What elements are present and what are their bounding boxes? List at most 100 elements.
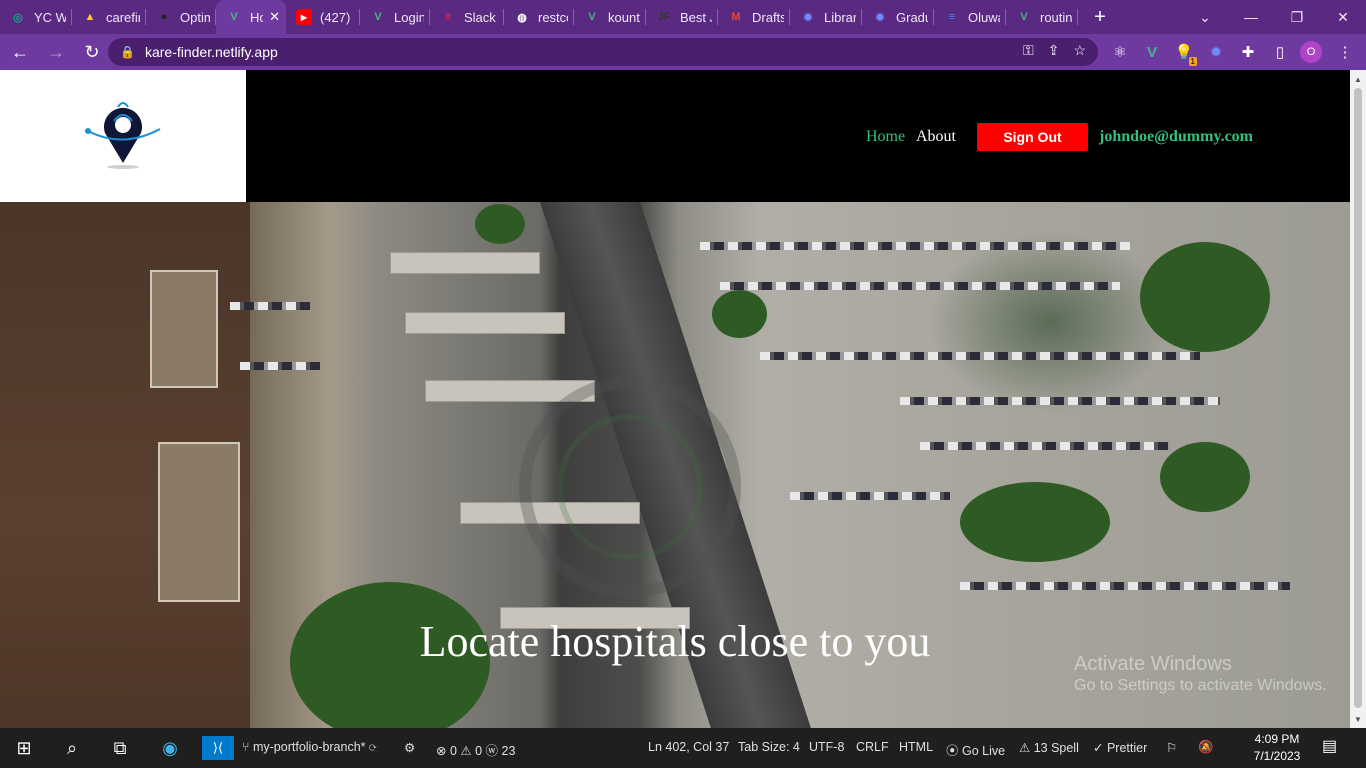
system-clock[interactable]: 4:09 PM 7/1/2023	[1246, 731, 1308, 765]
browser-tab[interactable]: ✹ Librar	[790, 0, 862, 34]
browser-tab[interactable]: ▶ (427)	[286, 0, 360, 34]
hero-parked-cars	[240, 362, 320, 370]
edge-browser-icon[interactable]: ◉	[150, 728, 190, 768]
tab-size[interactable]: Tab Size: 4	[738, 740, 800, 754]
restore-button[interactable]: ❐	[1274, 0, 1320, 34]
browser-tab-label: Best J	[680, 9, 712, 25]
close-window-button[interactable]: ✕	[1320, 0, 1366, 34]
share-icon[interactable]: ⇪	[1048, 42, 1060, 59]
hero-parked-cars	[920, 442, 1170, 450]
browser-tab[interactable]: ● Optim	[146, 0, 216, 34]
hero-barge	[158, 442, 240, 602]
browser-tab[interactable]: # Slack	[430, 0, 504, 34]
new-tab-button[interactable]: +	[1086, 6, 1114, 29]
hero-parked-cars	[720, 282, 1120, 290]
back-button[interactable]: ←	[4, 36, 36, 68]
scroll-thumb[interactable]	[1354, 88, 1362, 708]
docs-icon: ≡	[948, 11, 956, 23]
git-branch-status[interactable]: ⑂ my-portfolio-branch* ⟳	[242, 740, 377, 754]
arrow-right-icon: →	[47, 41, 65, 62]
git-graph-icon[interactable]: ⚙	[404, 740, 415, 755]
browser-tab[interactable]: ≡ Oluwa	[934, 0, 1006, 34]
windows-taskbar: ⊞ ⌕ ⧉ ◉ ⟩⟨ ⑂ my-portfolio-branch* ⟳ ⚙ ⊗ …	[0, 728, 1366, 768]
browser-tab-label: kount	[608, 9, 640, 25]
browser-tab-label: Gradu	[896, 9, 928, 25]
browser-tab-label: YC W2	[34, 9, 66, 25]
watermark-subtitle: Go to Settings to activate Windows.	[1074, 677, 1327, 694]
prettier-status[interactable]: ✓ Prettier	[1093, 740, 1147, 755]
browser-tab-label: Librar	[824, 9, 856, 25]
hero-parked-cars	[960, 582, 1290, 590]
spell-status[interactable]: ⚠ 13 Spell	[1019, 740, 1079, 755]
hero-trees	[1140, 242, 1270, 352]
lightbulb-extension-icon[interactable]: 💡 1	[1171, 38, 1197, 66]
address-bar[interactable]: 🔒 kare-finder.netlify.app ⚿ ⇪ ☆	[108, 38, 1098, 66]
line-ending[interactable]: CRLF	[856, 740, 889, 754]
chatgpt-icon: ◎	[13, 11, 23, 24]
minimize-button[interactable]: —	[1228, 0, 1274, 34]
cursor-position[interactable]: Ln 402, Col 37	[648, 740, 729, 754]
react-devtools-icon[interactable]: ⚛	[1107, 38, 1133, 66]
web-page: Home About Sign Out johndoe@dummy.com Lo…	[0, 70, 1350, 728]
close-tab-icon[interactable]: ✕	[263, 9, 280, 25]
youtube-icon: ▶	[296, 9, 312, 25]
browser-tab-label: (427)	[320, 9, 351, 25]
browser-tab[interactable]: ◎ YC W2	[0, 0, 72, 34]
encoding[interactable]: UTF-8	[809, 740, 844, 754]
key-icon[interactable]: ⚿	[1023, 42, 1034, 59]
notifications-off-icon[interactable]: 🔕	[1198, 740, 1214, 755]
side-panel-icon[interactable]: ▯	[1267, 38, 1293, 66]
browser-tab[interactable]: ✹ Gradu	[862, 0, 934, 34]
extensions-puzzle-icon[interactable]: ✚	[1235, 38, 1261, 66]
reload-button[interactable]: ↻	[76, 36, 108, 68]
emblem-watermark-icon	[519, 376, 741, 598]
browser-tab[interactable]: Vroutin	[1006, 0, 1078, 34]
globe-icon: ◍	[517, 11, 527, 24]
page-scrollbar[interactable]: ▲ ▼	[1350, 70, 1366, 728]
scroll-up-icon[interactable]: ▲	[1350, 72, 1366, 86]
hero-trees	[712, 290, 767, 338]
top-nav: Home About Sign Out johndoe@dummy.com	[246, 70, 1350, 202]
browser-tab-label: Login	[394, 9, 424, 25]
nav-link-home[interactable]: Home	[866, 128, 905, 146]
git-branch-icon: ⑂	[242, 740, 253, 754]
browser-tab[interactable]: ◍ restco	[504, 0, 574, 34]
site-logo[interactable]	[0, 70, 246, 202]
browser-tab[interactable]: V Login	[360, 0, 430, 34]
arrow-left-icon: ←	[11, 41, 29, 62]
user-email-link[interactable]: johndoe@dummy.com	[1099, 128, 1253, 146]
url-text: kare-finder.netlify.app	[144, 44, 278, 60]
hero-barge	[150, 270, 218, 388]
sign-out-button[interactable]: Sign Out	[977, 123, 1088, 151]
task-view-icon[interactable]: ⧉	[100, 728, 140, 768]
browser-tab[interactable]: V Ho ✕	[216, 0, 286, 34]
scroll-down-icon[interactable]: ▼	[1350, 712, 1366, 726]
go-live-button[interactable]: ⦿ Go Live	[946, 740, 1005, 759]
activate-windows-watermark: Activate Windows Go to Settings to activ…	[1074, 654, 1327, 696]
hero-trees	[475, 204, 525, 244]
github-icon: ●	[160, 11, 168, 23]
nav-link-about[interactable]: About	[916, 128, 956, 146]
browser-tab[interactable]: M Drafts	[718, 0, 790, 34]
tab-search-icon[interactable]: ⌄	[1182, 0, 1228, 34]
browser-tab[interactable]: Vkount	[574, 0, 646, 34]
bookmark-star-icon[interactable]: ☆	[1073, 42, 1086, 59]
language-mode[interactable]: HTML	[899, 740, 933, 754]
hero-parked-cars	[900, 397, 1220, 405]
vscode-remote-icon[interactable]: ⟩⟨	[202, 736, 234, 760]
gear-extension-icon[interactable]: ✹	[1203, 38, 1229, 66]
firebase-icon: ▲	[84, 11, 96, 23]
problems-status[interactable]: ⊗ 0 ⚠ 0 ⓦ 23	[436, 740, 515, 759]
forward-button[interactable]: →	[40, 36, 72, 68]
menu-kebab-icon[interactable]: ⋮	[1332, 38, 1358, 66]
action-center-icon[interactable]: ▤	[1322, 736, 1337, 756]
browser-tab[interactable]: ▲ carefin	[72, 0, 146, 34]
hero-banner: Locate hospitals close to you Activate W…	[0, 202, 1350, 728]
browser-tab[interactable]: JF Best J	[646, 0, 718, 34]
vue-devtools-icon[interactable]: V	[1139, 38, 1165, 66]
profile-avatar[interactable]: O	[1300, 41, 1322, 63]
feedback-icon[interactable]: ⚐	[1166, 740, 1177, 755]
search-icon[interactable]: ⌕	[52, 728, 92, 768]
windows-start-icon[interactable]: ⊞	[4, 728, 44, 768]
hero-parked-cars	[230, 302, 310, 310]
